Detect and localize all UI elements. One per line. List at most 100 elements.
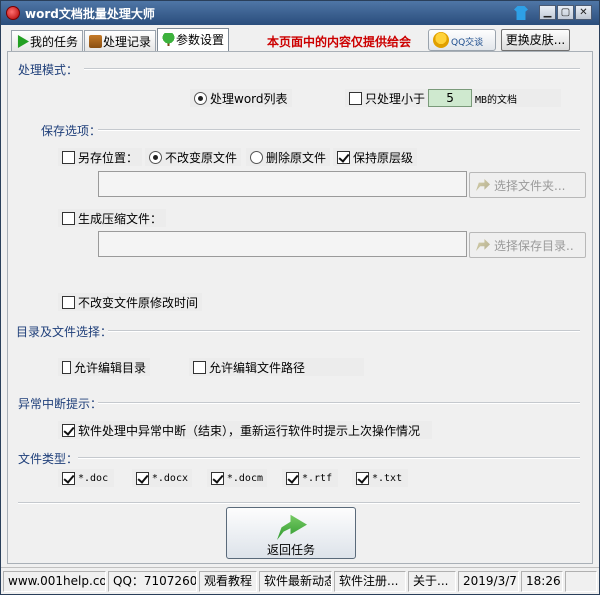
allow-edit-dir-option[interactable]: 允许编辑目录 [58, 358, 150, 376]
title-bar[interactable]: word文档批量处理大师 ▁ ▢ ✕ [1, 1, 599, 25]
compress-option[interactable]: 生成压缩文件： [58, 209, 167, 227]
radio-no-change-original[interactable] [149, 150, 162, 164]
status-qq: QQ：71072609 [108, 571, 197, 592]
change-skin-button[interactable]: 更换皮肤... [501, 29, 570, 51]
status-time: 18:26 [521, 571, 563, 592]
compress-path-field[interactable] [98, 231, 467, 257]
allow-edit-path-label: 允许编辑文件路径 [209, 360, 306, 375]
file-type-doc[interactable]: *.doc [58, 469, 114, 487]
file-type-docm[interactable]: *.docm [207, 469, 267, 487]
save-as-path-field[interactable] [98, 171, 467, 197]
divider [84, 68, 580, 70]
box-icon [89, 35, 102, 48]
divider [98, 402, 580, 404]
delete-original-label: 删除原文件 [266, 150, 327, 165]
file-type-label: *.docx [151, 472, 188, 484]
checkbox-only-smaller[interactable] [349, 91, 362, 105]
tab-label: 我的任务 [30, 35, 79, 49]
status-about-link[interactable]: 关于... [408, 571, 456, 592]
app-logo-icon [6, 6, 20, 20]
tab-label: 参数设置 [176, 33, 225, 47]
allow-edit-path-option[interactable]: 允许编辑文件路径 [189, 358, 364, 376]
checkbox-save-as[interactable] [62, 150, 75, 164]
return-arrow-icon [277, 514, 307, 540]
qq-chat-button[interactable]: QQ交谈 [428, 29, 496, 51]
tab-settings[interactable]: 参数设置 [157, 28, 230, 52]
dir-file-select-heading: 目录及文件选择： [16, 325, 113, 339]
close-button[interactable]: ✕ [575, 5, 592, 20]
status-bar: www.001help.com QQ：71072609 观看教程 软件最新动态 … [1, 567, 599, 594]
tab-my-tasks[interactable]: 我的任务 [11, 30, 84, 51]
tab-records[interactable]: 处理记录 [84, 30, 157, 51]
tab-bar: 我的任务 处理记录 参数设置 本页面中的内容仅提供给会 QQ交谈 更换皮肤... [1, 25, 599, 52]
divider [78, 457, 580, 459]
compress-label: 生成压缩文件： [78, 211, 163, 226]
checkbox-doc[interactable] [62, 471, 75, 485]
file-type-label: *.doc [78, 472, 109, 484]
status-register-link[interactable]: 软件注册... [334, 571, 406, 592]
divider [98, 129, 580, 131]
qq-chat-label: QQ交谈 [451, 38, 484, 48]
keep-hierarchy-label: 保持原层级 [353, 150, 414, 165]
return-task-label: 返回任务 [266, 543, 315, 557]
keep-modified-time-option[interactable]: 不改变文件原修改时间 [58, 293, 203, 311]
skin-shirt-icon[interactable] [514, 6, 528, 20]
divider [108, 330, 580, 332]
file-type-docx[interactable]: *.docx [132, 469, 192, 487]
status-tutorial-link[interactable]: 观看教程 [199, 571, 257, 592]
checkbox-interrupt-prompt[interactable] [62, 423, 75, 437]
checkbox-keep-modified-time[interactable] [62, 295, 75, 309]
return-task-button[interactable]: 返回任务 [226, 507, 356, 559]
checkbox-txt[interactable] [356, 471, 369, 485]
process-word-list-option[interactable]: 处理word列表 [190, 89, 292, 107]
divider [18, 502, 580, 504]
size-suffix-label: MB的文档 [475, 94, 518, 106]
checkbox-allow-edit-path[interactable] [193, 360, 206, 374]
save-as-label: 另存位置： [78, 150, 139, 165]
radio-process-word-list[interactable] [194, 91, 207, 105]
keep-hierarchy-option[interactable]: 保持原层级 [333, 148, 418, 166]
window-title: word文档批量处理大师 [25, 7, 155, 21]
allow-edit-dir-label: 允许编辑目录 [73, 360, 146, 375]
notice-text: 本页面中的内容仅提供给会 [267, 35, 412, 49]
no-change-original-label: 不改变原文件 [165, 150, 238, 165]
size-limit-input[interactable]: 5 [428, 89, 473, 107]
file-type-label: *.rtf [302, 472, 333, 484]
folder-arrow-icon [476, 239, 490, 251]
checkbox-rtf[interactable] [286, 471, 299, 485]
checkbox-docx[interactable] [136, 471, 149, 485]
delete-original-option[interactable]: 删除原文件 [246, 148, 331, 166]
status-website[interactable]: www.001help.com [3, 571, 106, 592]
minimize-button[interactable]: ▁ [539, 5, 556, 20]
folder-arrow-icon [476, 179, 490, 191]
checkbox-keep-hierarchy[interactable] [337, 150, 350, 164]
settings-panel: 处理模式： 处理word列表 只处理小于 5 MB的文档 保存选项： 另存位置：… [7, 51, 593, 564]
checkbox-docm[interactable] [211, 471, 224, 485]
status-empty-cell [565, 571, 597, 592]
no-change-original-option[interactable]: 不改变原文件 [145, 148, 242, 166]
process-word-list-label: 处理word列表 [210, 91, 288, 106]
interrupt-prompt-option[interactable]: 软件处理中异常中断（结束），重新运行软件时提示上次操作情况 [58, 421, 432, 439]
radio-delete-original[interactable] [250, 150, 263, 164]
status-news-link[interactable]: 软件最新动态 [259, 571, 332, 592]
select-folder-button[interactable]: 选择文件夹... [469, 172, 586, 198]
processing-mode-heading: 处理模式： [18, 63, 79, 77]
select-folder-label: 选择文件夹... [494, 178, 566, 193]
qq-avatar-icon [433, 32, 449, 48]
main-window: word文档批量处理大师 ▁ ▢ ✕ 我的任务 处理记录 参数设置 本页面中的内… [0, 0, 600, 595]
file-type-txt[interactable]: *.txt [352, 469, 408, 487]
only-smaller-option[interactable]: 只处理小于 5 MB的文档 [345, 89, 561, 107]
maximize-button[interactable]: ▢ [557, 5, 574, 20]
tree-icon [162, 33, 175, 46]
checkbox-compress[interactable] [62, 211, 75, 225]
play-icon [17, 35, 29, 48]
select-save-dir-button[interactable]: 选择保存目录.. [469, 232, 586, 258]
select-save-dir-label: 选择保存目录.. [494, 238, 574, 253]
file-type-label: *.docm [226, 472, 263, 484]
status-date: 2019/3/7 [458, 571, 519, 592]
file-type-rtf[interactable]: *.rtf [282, 469, 338, 487]
save-as-option[interactable]: 另存位置： [58, 148, 143, 166]
save-options-heading: 保存选项： [41, 124, 102, 138]
checkbox-allow-edit-dir[interactable] [62, 360, 71, 374]
tab-label: 处理记录 [103, 35, 152, 49]
